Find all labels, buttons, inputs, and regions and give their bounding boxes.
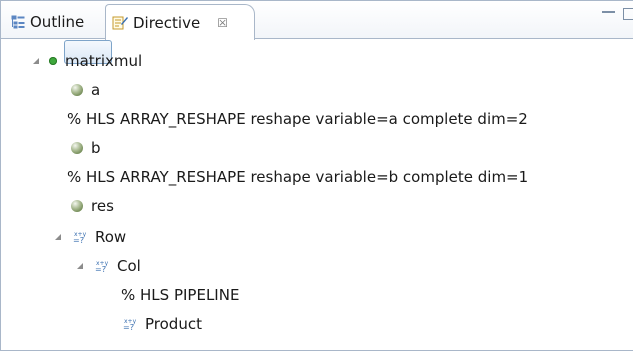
loop-icon: x+y =? <box>73 231 87 245</box>
tree-node-b[interactable]: b <box>71 135 101 161</box>
tree-node-res[interactable]: res <box>71 193 114 219</box>
minimize-icon[interactable] <box>602 11 615 19</box>
tree-node-label: res <box>91 197 114 215</box>
tab-directive[interactable]: Directive ☒ <box>105 4 255 40</box>
tree-node-col-loop[interactable]: x+y =? Col <box>75 253 141 279</box>
variable-ball-icon <box>71 84 83 96</box>
close-icon[interactable]: ☒ <box>217 16 228 30</box>
tree-node-label: Product <box>145 315 202 333</box>
svg-text:=?: =? <box>123 323 134 332</box>
directive-view: Outline Directive ☒ matrixmul a % HLS AR… <box>0 0 633 351</box>
variable-ball-icon <box>71 142 83 154</box>
tree-node-label: matrixmul <box>65 52 143 70</box>
tree-node-row-loop[interactable]: x+y =? Row <box>53 224 126 250</box>
maximize-icon[interactable] <box>623 8 633 20</box>
tree-node-directive[interactable]: % HLS ARRAY_RESHAPE reshape variable=b c… <box>67 164 528 190</box>
tab-outline-label: Outline <box>30 12 85 31</box>
expand-twisty-icon[interactable] <box>31 56 41 66</box>
tree-node-label: % HLS PIPELINE <box>121 286 240 304</box>
tree-node-directive[interactable]: % HLS ARRAY_RESHAPE reshape variable=a c… <box>67 106 528 132</box>
tree-node-directive[interactable]: % HLS PIPELINE <box>121 282 239 308</box>
tree-node-label: b <box>91 139 101 157</box>
expand-twisty-icon[interactable] <box>75 261 85 271</box>
svg-text:=?: =? <box>95 265 106 274</box>
tab-directive-label: Directive <box>133 13 201 32</box>
tree-node-label: Row <box>95 228 127 246</box>
tab-strip: Outline Directive ☒ <box>1 1 633 40</box>
tree-node-label: % HLS ARRAY_RESHAPE reshape variable=a c… <box>67 110 528 128</box>
loop-icon: x+y =? <box>123 318 137 332</box>
directive-icon <box>112 16 128 30</box>
loop-icon: x+y =? <box>95 260 109 274</box>
tree-node-label: Col <box>117 257 141 275</box>
variable-ball-icon <box>71 200 83 212</box>
tab-outline[interactable]: Outline <box>5 4 105 39</box>
expand-twisty-icon[interactable] <box>53 232 63 242</box>
tree-node-product-loop[interactable]: x+y =? Product <box>121 311 202 337</box>
tree-node-a[interactable]: a <box>71 77 100 103</box>
view-controls <box>602 5 633 20</box>
svg-text:=?: =? <box>73 236 84 245</box>
outline-icon <box>11 15 25 28</box>
tree-node-label: a <box>91 81 101 99</box>
tree-node-label: % HLS ARRAY_RESHAPE reshape variable=b c… <box>67 168 529 186</box>
tree-node-root[interactable]: matrixmul <box>31 48 142 74</box>
function-dot-icon <box>49 57 57 65</box>
